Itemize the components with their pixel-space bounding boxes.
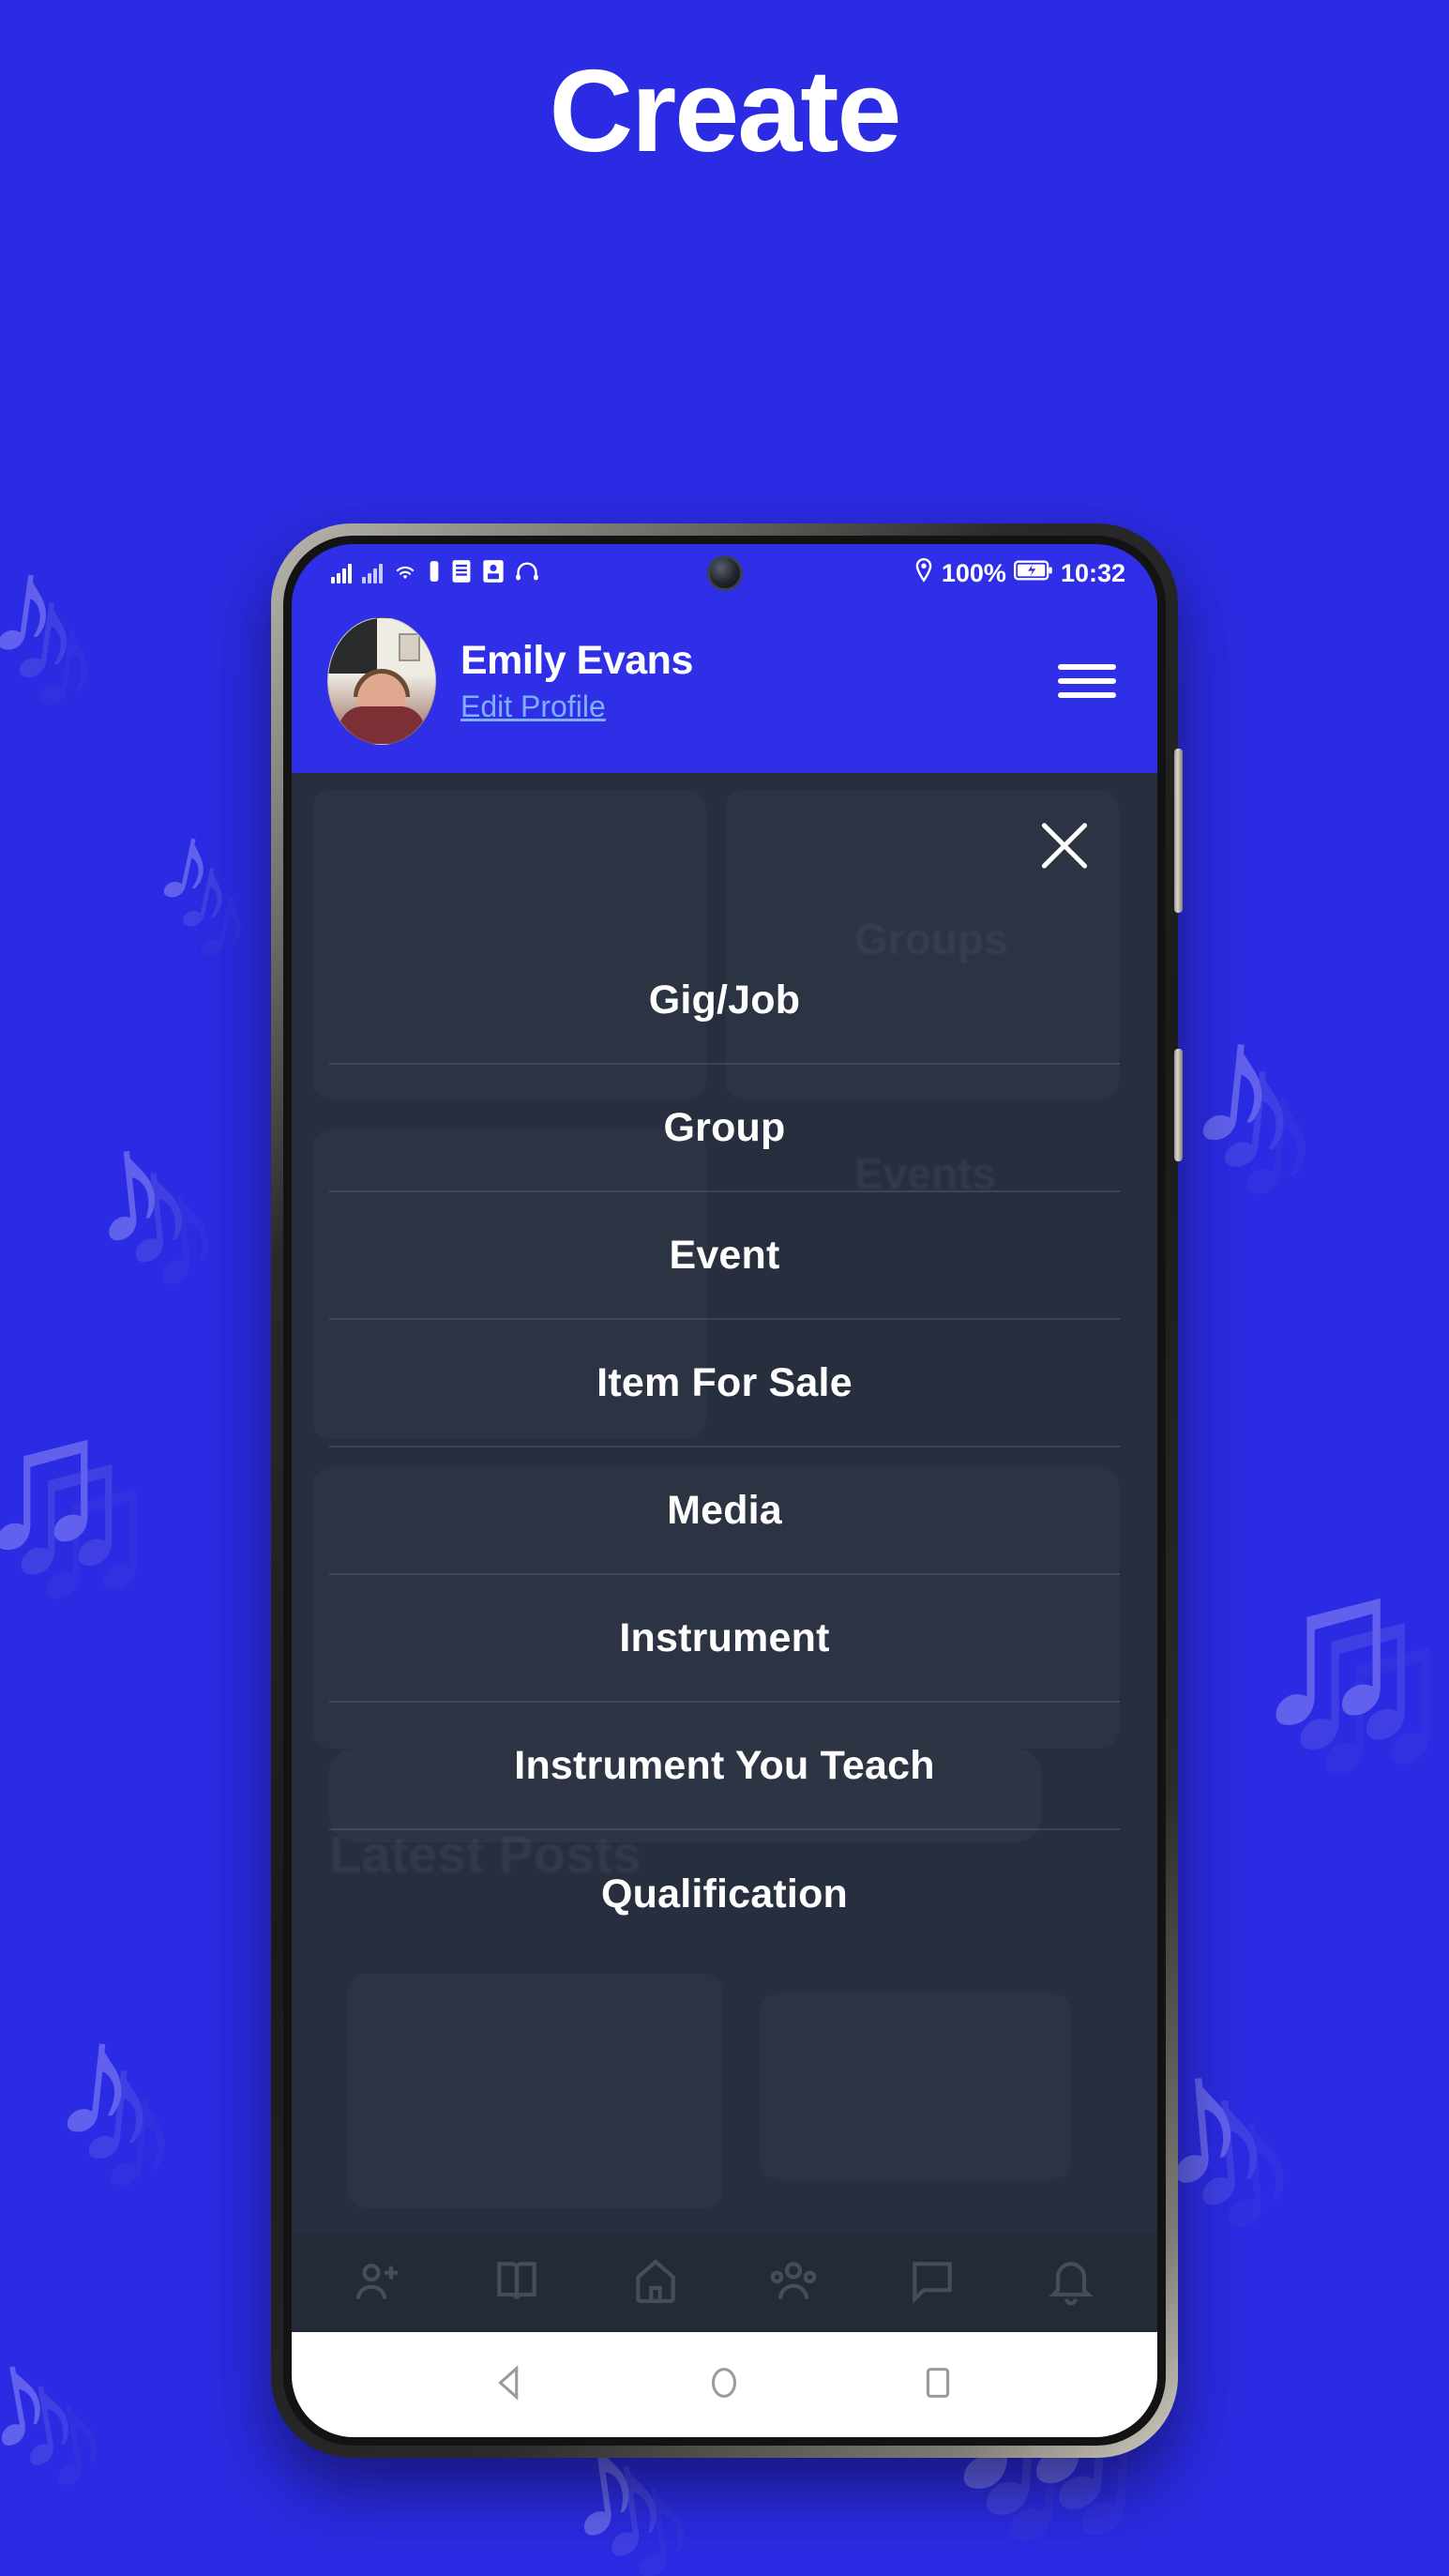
hamburger-menu-icon[interactable] <box>1058 664 1116 698</box>
chat-bubble-icon[interactable] <box>906 2255 958 2312</box>
menu-item-media[interactable]: Media <box>329 1447 1120 1575</box>
menu-item-instrument[interactable]: Instrument <box>329 1575 1120 1703</box>
music-note-icon: ♪ <box>146 796 229 931</box>
bottom-navigation-bar <box>292 2235 1157 2332</box>
phone-mockup: 100% 10:32 Emily Evans Edit Profile Grou… <box>271 523 1183 2458</box>
android-navigation-bar <box>292 2332 1157 2437</box>
ghost-card <box>761 1993 1070 2180</box>
page-title: Create <box>549 47 902 176</box>
screenshot-icon <box>482 559 505 588</box>
menu-item-gig-job[interactable]: Gig/Job <box>329 937 1120 1065</box>
music-note-icon: ♪ <box>1181 979 1291 1188</box>
menu-item-qualification[interactable]: Qualification <box>329 1830 1120 1958</box>
battery-percent-label: 100% <box>941 558 1006 587</box>
recents-square-icon[interactable] <box>916 2361 959 2409</box>
phone-screen: 100% 10:32 Emily Evans Edit Profile Grou… <box>292 544 1157 2437</box>
close-icon[interactable] <box>1032 812 1097 878</box>
home-circle-icon[interactable] <box>702 2361 746 2409</box>
add-person-icon[interactable] <box>352 2255 404 2312</box>
menu-item-event[interactable]: Event <box>329 1192 1120 1320</box>
back-triangle-icon[interactable] <box>490 2361 533 2409</box>
front-camera-icon <box>706 555 743 591</box>
vibrate-icon <box>428 560 441 587</box>
profile-header: Emily Evans Edit Profile <box>292 602 1157 773</box>
avatar[interactable] <box>327 617 436 745</box>
status-bar: 100% 10:32 <box>292 544 1157 602</box>
music-note-icon: ♪ <box>0 522 72 689</box>
menu-item-group[interactable]: Group <box>329 1065 1120 1192</box>
power-button[interactable] <box>1174 1049 1183 1161</box>
music-note-icon: ♫ <box>1247 1525 1410 1766</box>
menu-item-instrument-you-teach[interactable]: Instrument You Teach <box>329 1703 1120 1830</box>
music-note-icon: ♪ <box>80 1094 178 1280</box>
create-overlay: Groups Events Latest Posts Gig/Job Group… <box>292 773 1157 2332</box>
volume-button[interactable] <box>1174 749 1183 913</box>
headset-icon <box>515 561 539 586</box>
create-menu-list: Gig/Job Group Event Item For Sale Media … <box>292 937 1157 1958</box>
people-group-icon[interactable] <box>767 2255 820 2312</box>
battery-charging-icon <box>1013 559 1053 588</box>
clock-label: 10:32 <box>1060 558 1125 587</box>
music-note-icon: ♫ <box>0 1377 113 1586</box>
ghost-card <box>348 1974 723 2208</box>
music-note-icon: ♪ <box>0 2312 66 2481</box>
menu-item-item-for-sale[interactable]: Item For Sale <box>329 1320 1120 1447</box>
music-note-icon: ♪ <box>47 1984 148 2176</box>
signal-bars-icon <box>331 563 352 583</box>
home-icon[interactable] <box>629 2255 682 2312</box>
location-pin-icon <box>913 557 934 589</box>
book-icon[interactable] <box>491 2255 543 2312</box>
phone-bezel: 100% 10:32 Emily Evans Edit Profile Grou… <box>283 536 1166 2446</box>
sim-card-icon <box>451 559 472 588</box>
profile-name: Emily Evans <box>460 638 693 683</box>
signal-bars-secondary-icon <box>362 563 383 583</box>
bell-notification-icon[interactable] <box>1045 2255 1097 2312</box>
edit-profile-link[interactable]: Edit Profile <box>460 689 606 724</box>
wifi-icon <box>393 561 417 586</box>
